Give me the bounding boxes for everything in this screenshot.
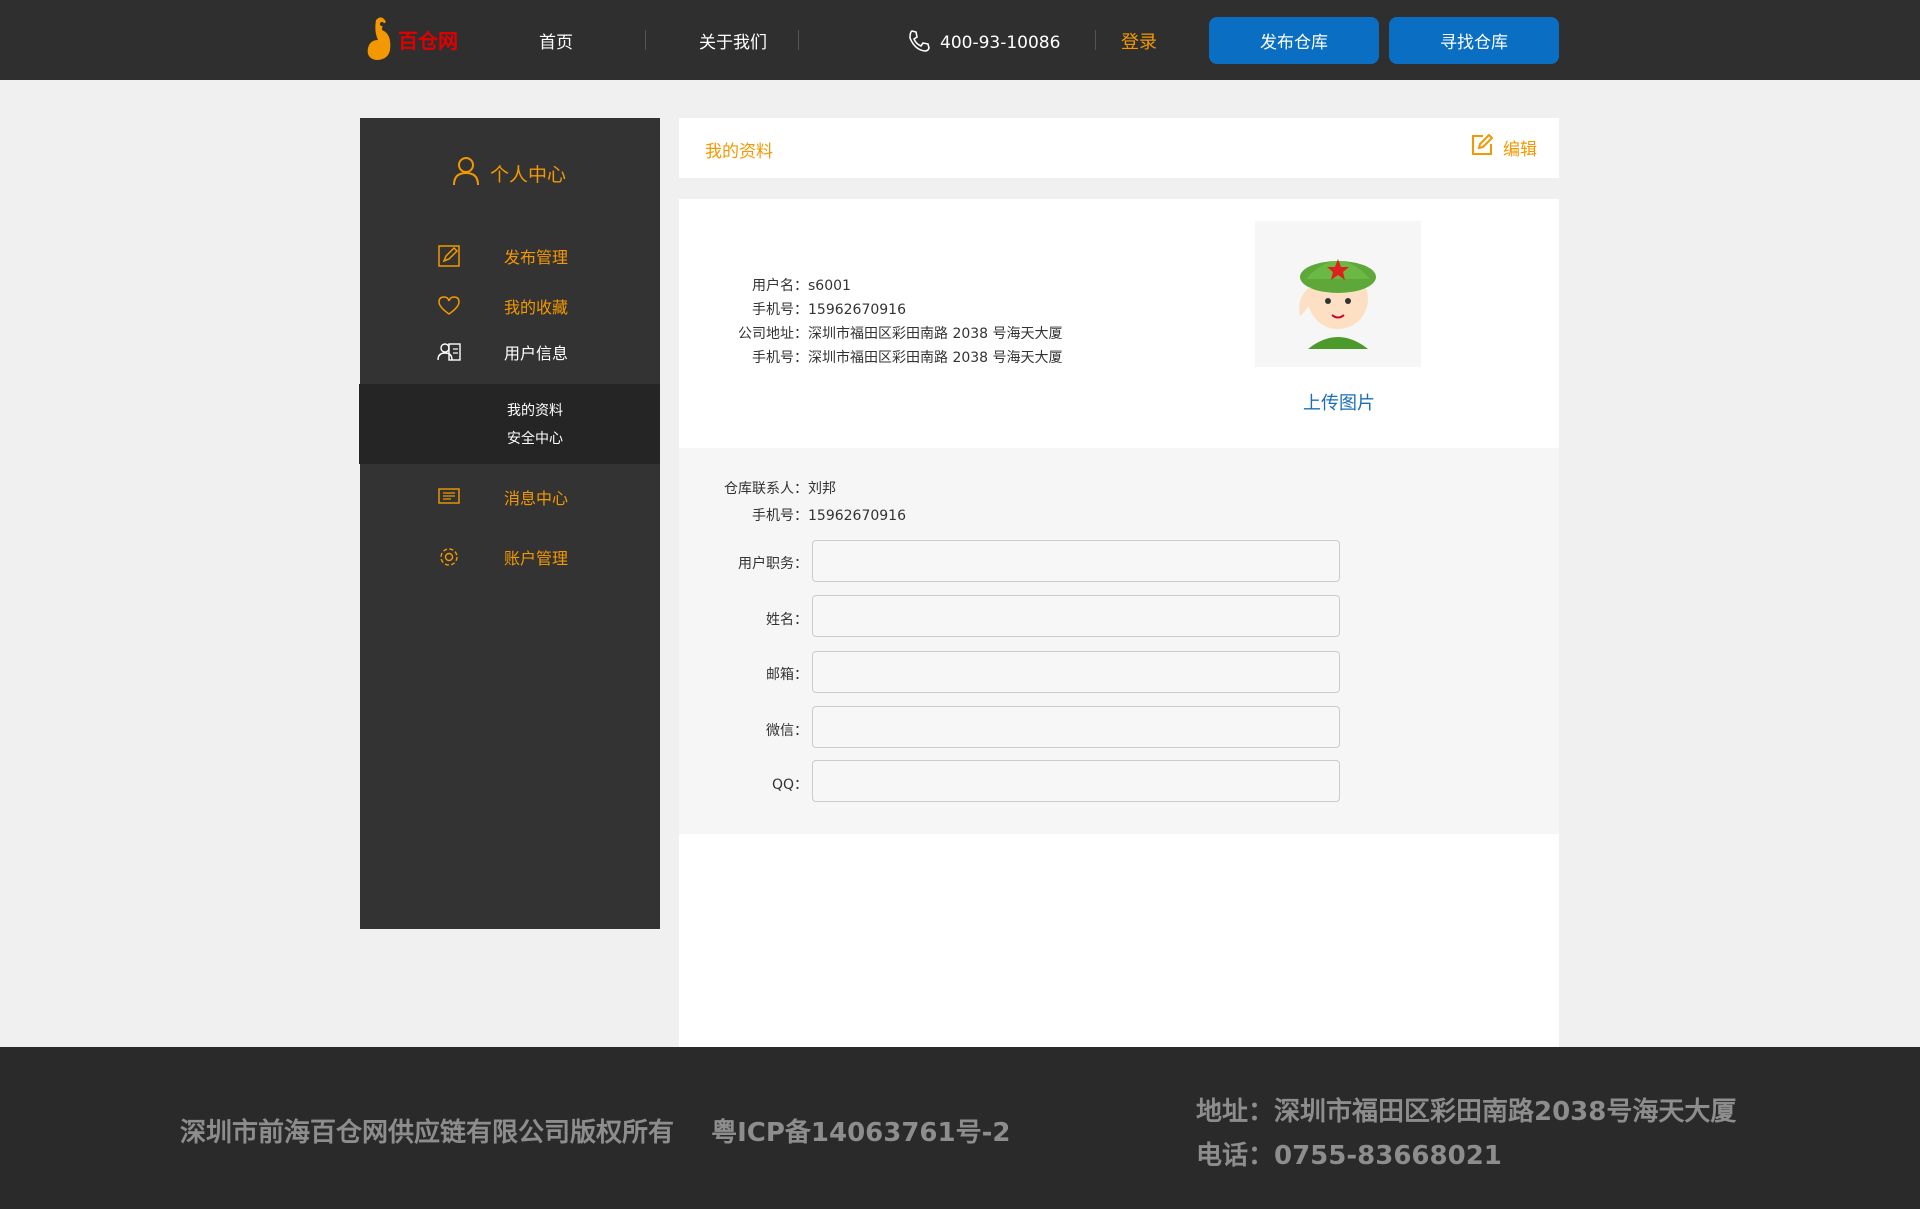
sidebar-item-label: 我的收藏 [504,298,569,317]
edit-label: 编辑 [1503,140,1537,160]
field-value: 刘邦 [808,481,836,497]
field-label: 公司地址： [738,326,808,342]
submenu-panel: 我的资料 安全中心 [359,384,660,464]
sidebar-item-account[interactable]: 账户管理 [437,545,568,569]
nav-about[interactable]: 关于我们 [699,28,767,53]
message-icon [437,485,461,509]
gear-icon [437,545,461,569]
top-header: 百仓网 首页 关于我们 400-93-10086 登录 发布仓库 寻找仓库 [0,0,1920,80]
sidebar-item-label: 用户信息 [504,344,569,363]
nav-home[interactable]: 首页 [539,28,573,53]
footer-phone: 电话：0755-83668021 [1196,1141,1502,1171]
avatar [1255,221,1421,367]
sidebar-title: 个人中心 [452,156,566,191]
icp-number: 粤ICP备14063761号-2 [711,1118,1011,1148]
sidebar-item-label: 发布管理 [504,248,569,267]
field-label: 手机号： [752,508,808,524]
name-input[interactable] [812,595,1340,637]
nav-divider [798,30,799,50]
footer: 深圳市前海百仓网供应链有限公司版权所有 粤ICP备14063761号-2 地址：… [0,1047,1920,1209]
footer-address: 地址：深圳市福田区彩田南路2038号海天大厦 [1196,1097,1737,1127]
field-label: 用户名： [752,278,808,294]
edit-icon [437,244,461,268]
sidebar-item-label: 消息中心 [504,489,569,508]
profile-row: 公司地址：深圳市福田区彩田南路 2038 号海天大厦 [679,323,1099,343]
field-label: 手机号： [752,350,808,366]
footer-copyright: 深圳市前海百仓网供应链有限公司版权所有 粤ICP备14063761号-2 [180,1112,1011,1149]
user-icon [452,156,480,191]
field-value: s6001 [808,278,851,294]
job-title-input[interactable] [812,540,1340,582]
name-label: 姓名： [766,612,808,628]
find-warehouse-button[interactable]: 寻找仓库 [1389,17,1559,64]
page-title: 我的资料 [705,142,773,162]
upload-image-link[interactable]: 上传图片 [1303,389,1375,415]
profile-row: 手机号：深圳市福田区彩田南路 2038 号海天大厦 [679,347,1099,367]
edit-icon [1471,133,1494,161]
heart-icon [437,294,461,318]
content-filler [679,834,1559,1047]
sidebar-item-publish[interactable]: 发布管理 [437,244,568,268]
publish-warehouse-button[interactable]: 发布仓库 [1209,17,1379,64]
job-title-label: 用户职务： [738,556,808,572]
phone-icon [906,28,930,57]
login-link[interactable]: 登录 [1121,28,1157,54]
contact-form: 仓库联系人：刘邦 手机号：15962670916 用户职务： 姓名： 邮箱： 微… [679,448,1559,834]
sidebar-item-label: 账户管理 [504,549,569,568]
copyright-text: 深圳市前海百仓网供应链有限公司版权所有 [180,1118,675,1148]
sidebar-item-favorites[interactable]: 我的收藏 [437,294,568,318]
profile-card: 用户名：s6001 手机号：15962670916 公司地址：深圳市福田区彩田南… [679,199,1559,448]
profile-row: 手机号：15962670916 [679,299,1099,319]
phone-number: 400-93-10086 [940,32,1061,53]
nav-divider [1095,30,1096,50]
qq-label: QQ： [771,777,808,793]
sidebar: 个人中心 发布管理 我的收藏 用户信息 我的资料 安全中心 消息中心 账户管理 [359,118,660,929]
user-card-icon [437,340,461,364]
nav-divider [645,30,646,50]
contact-row: 手机号：15962670916 [679,505,906,525]
submenu-my-profile[interactable]: 我的资料 [507,400,563,420]
sidebar-title-label: 个人中心 [490,164,567,186]
wechat-input[interactable] [812,706,1340,748]
wechat-label: 微信： [766,723,808,739]
hotline: 400-93-10086 [906,28,1060,57]
qq-input[interactable] [812,760,1340,802]
submenu-security[interactable]: 安全中心 [507,428,563,448]
sidebar-item-user-info[interactable]: 用户信息 [437,340,568,364]
sidebar-item-messages[interactable]: 消息中心 [437,485,568,509]
svg-text:百仓网: 百仓网 [398,29,458,53]
field-value: 深圳市福田区彩田南路 2038 号海天大厦 [808,326,1063,342]
site-logo[interactable]: 百仓网 [362,12,462,62]
email-input[interactable] [812,651,1340,693]
field-label: 手机号： [752,302,808,318]
edit-button[interactable]: 编辑 [1471,133,1537,161]
field-value: 15962670916 [808,302,906,318]
profile-row: 用户名：s6001 [679,275,1099,295]
contact-row: 仓库联系人：刘邦 [679,478,836,498]
email-label: 邮箱： [766,667,808,683]
field-value: 深圳市福田区彩田南路 2038 号海天大厦 [808,350,1063,366]
section-header: 我的资料 编辑 [679,118,1559,178]
field-value: 15962670916 [808,508,906,524]
field-label: 仓库联系人： [724,481,808,497]
